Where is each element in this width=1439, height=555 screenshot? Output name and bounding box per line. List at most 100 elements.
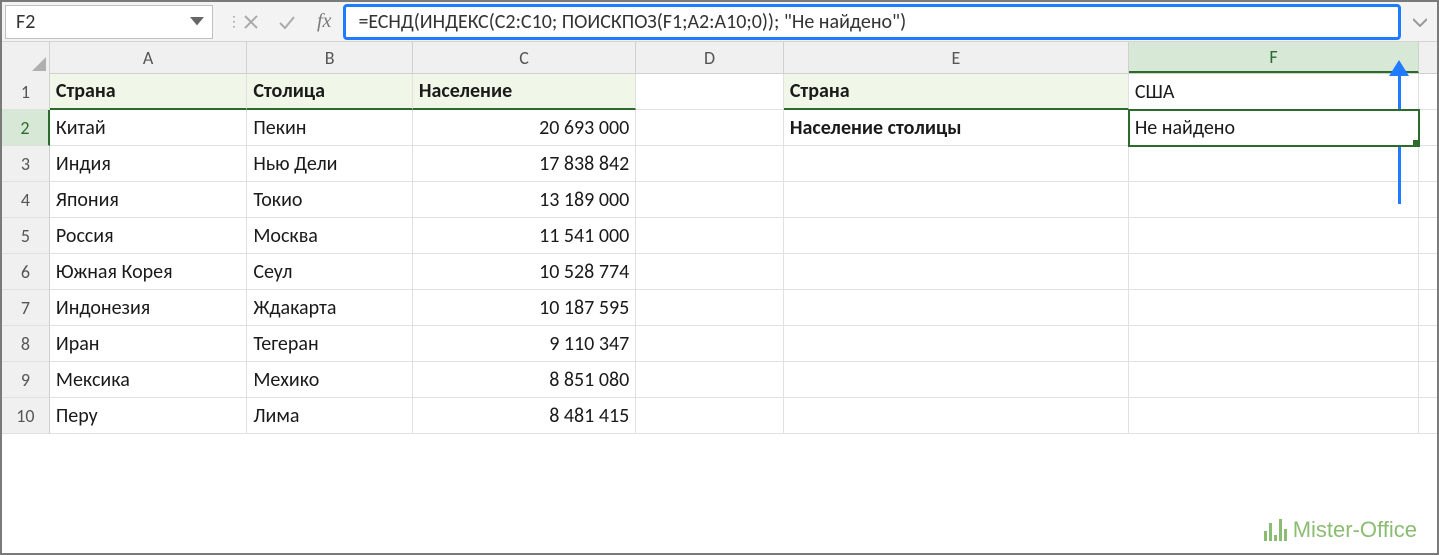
cell-F2[interactable]: Не найдено (1129, 110, 1419, 146)
cell-C7[interactable]: 10 187 595 (413, 290, 636, 326)
row-8: 8 Иран Тегеран 9 110 347 (2, 326, 1437, 362)
cell-E7[interactable] (784, 290, 1129, 326)
cell-F3[interactable] (1129, 146, 1419, 182)
col-header-C[interactable]: C (413, 42, 636, 73)
cell-B9[interactable]: Мехико (247, 362, 413, 398)
cell-D3[interactable] (636, 146, 784, 182)
cell-C8[interactable]: 9 110 347 (413, 326, 636, 362)
row-header-3[interactable]: 3 (2, 146, 50, 182)
cell-B5[interactable]: Москва (247, 218, 413, 254)
row-6: 6 Южная Корея Сеул 10 528 774 (2, 254, 1437, 290)
col-header-B[interactable]: B (247, 42, 413, 73)
cell-D7[interactable] (636, 290, 784, 326)
cell-F7[interactable] (1129, 290, 1419, 326)
row-9: 9 Мексика Мехико 8 851 080 (2, 362, 1437, 398)
cell-A3[interactable]: Индия (50, 146, 247, 182)
formula-bar: F2 ⋮ fx =ЕСНД(ИНДЕКС(C2:C10; ПОИСКПОЗ(F1… (2, 2, 1437, 42)
cell-C6[interactable]: 10 528 774 (413, 254, 636, 290)
cell-F9[interactable] (1129, 362, 1419, 398)
cell-end-6 (1419, 254, 1437, 290)
cancel-button[interactable] (233, 5, 269, 39)
cell-B10[interactable]: Лима (247, 398, 413, 434)
row-header-4[interactable]: 4 (2, 182, 50, 218)
row-header-7[interactable]: 7 (2, 290, 50, 326)
cell-F8[interactable] (1129, 326, 1419, 362)
row-header-5[interactable]: 5 (2, 218, 50, 254)
row-header-1[interactable]: 1 (2, 74, 50, 110)
cell-C4[interactable]: 13 189 000 (413, 182, 636, 218)
cell-E8[interactable] (784, 326, 1129, 362)
cell-A10[interactable]: Перу (50, 398, 247, 434)
cell-B2[interactable]: Пекин (247, 110, 413, 146)
cell-E5[interactable] (784, 218, 1129, 254)
formula-input[interactable]: =ЕСНД(ИНДЕКС(C2:C10; ПОИСКПОЗ(F1;A2:A10;… (343, 4, 1401, 40)
cell-B6[interactable]: Сеул (247, 254, 413, 290)
cell-F5[interactable] (1129, 218, 1419, 254)
col-header-F[interactable]: F (1129, 42, 1419, 73)
cell-B8[interactable]: Тегеран (247, 326, 413, 362)
cell-A4[interactable]: Япония (50, 182, 247, 218)
cell-C2[interactable]: 20 693 000 (413, 110, 636, 146)
cell-D2[interactable] (636, 110, 784, 146)
cell-E1[interactable]: Страна (784, 74, 1129, 110)
cell-C1[interactable]: Население (413, 74, 636, 110)
cell-E4[interactable] (784, 182, 1129, 218)
cell-D4[interactable] (636, 182, 784, 218)
row-3: 3 Индия Нью Дели 17 838 842 (2, 146, 1437, 182)
row-header-2[interactable]: 2 (2, 110, 50, 146)
annotation-arrow-icon (1389, 60, 1409, 76)
cell-E9[interactable] (784, 362, 1129, 398)
cell-A1[interactable]: Страна (50, 74, 247, 110)
cell-A6[interactable]: Южная Корея (50, 254, 247, 290)
cell-D8[interactable] (636, 326, 784, 362)
cell-C5[interactable]: 11 541 000 (413, 218, 636, 254)
cell-B3[interactable]: Нью Дели (247, 146, 413, 182)
grid: 1 Страна Столица Население Страна США 2 … (2, 74, 1437, 434)
row-header-6[interactable]: 6 (2, 254, 50, 290)
name-box[interactable]: F2 (5, 5, 213, 39)
cell-end-3 (1419, 146, 1437, 182)
cell-D10[interactable] (636, 398, 784, 434)
row-header-8[interactable]: 8 (2, 326, 50, 362)
cell-D1[interactable] (636, 74, 784, 110)
row-header-10[interactable]: 10 (2, 398, 50, 434)
name-box-dropdown-icon[interactable] (190, 15, 204, 29)
cell-D9[interactable] (636, 362, 784, 398)
formula-buttons: ⋮ fx (221, 5, 343, 39)
cell-E10[interactable] (784, 398, 1129, 434)
cell-C3[interactable]: 17 838 842 (413, 146, 636, 182)
cell-A8[interactable]: Иран (50, 326, 247, 362)
cell-A7[interactable]: Индонезия (50, 290, 247, 326)
cell-F4[interactable] (1129, 182, 1419, 218)
cell-E2[interactable]: Население столицы (784, 110, 1129, 146)
col-header-A[interactable]: A (50, 42, 247, 73)
enter-button[interactable] (269, 5, 305, 39)
cell-D6[interactable] (636, 254, 784, 290)
cell-C9[interactable]: 8 851 080 (413, 362, 636, 398)
formula-text: =ЕСНД(ИНДЕКС(C2:C10; ПОИСКПОЗ(F1;A2:A10;… (358, 10, 906, 34)
cell-A9[interactable]: Мексика (50, 362, 247, 398)
select-all-button[interactable] (2, 42, 50, 74)
cell-end-2 (1419, 110, 1437, 146)
cell-E6[interactable] (784, 254, 1129, 290)
cell-F10[interactable] (1129, 398, 1419, 434)
cell-B7[interactable]: Ждакарта (247, 290, 413, 326)
row-header-9[interactable]: 9 (2, 362, 50, 398)
watermark-logo-icon (1264, 519, 1287, 541)
cell-B4[interactable]: Токио (247, 182, 413, 218)
insert-function-button[interactable]: fx (305, 10, 343, 33)
cell-end-8 (1419, 326, 1437, 362)
row-5: 5 Россия Москва 11 541 000 (2, 218, 1437, 254)
cell-A5[interactable]: Россия (50, 218, 247, 254)
cell-C10[interactable]: 8 481 415 (413, 398, 636, 434)
cell-E3[interactable] (784, 146, 1129, 182)
cell-F6[interactable] (1129, 254, 1419, 290)
cell-D5[interactable] (636, 218, 784, 254)
cell-end-9 (1419, 362, 1437, 398)
cell-B1[interactable]: Столица (247, 74, 413, 110)
col-header-E[interactable]: E (784, 42, 1129, 73)
cell-F1[interactable]: США (1129, 74, 1419, 110)
col-header-D[interactable]: D (636, 42, 784, 73)
expand-formula-icon[interactable] (1407, 5, 1433, 39)
cell-A2[interactable]: Китай (50, 110, 247, 146)
